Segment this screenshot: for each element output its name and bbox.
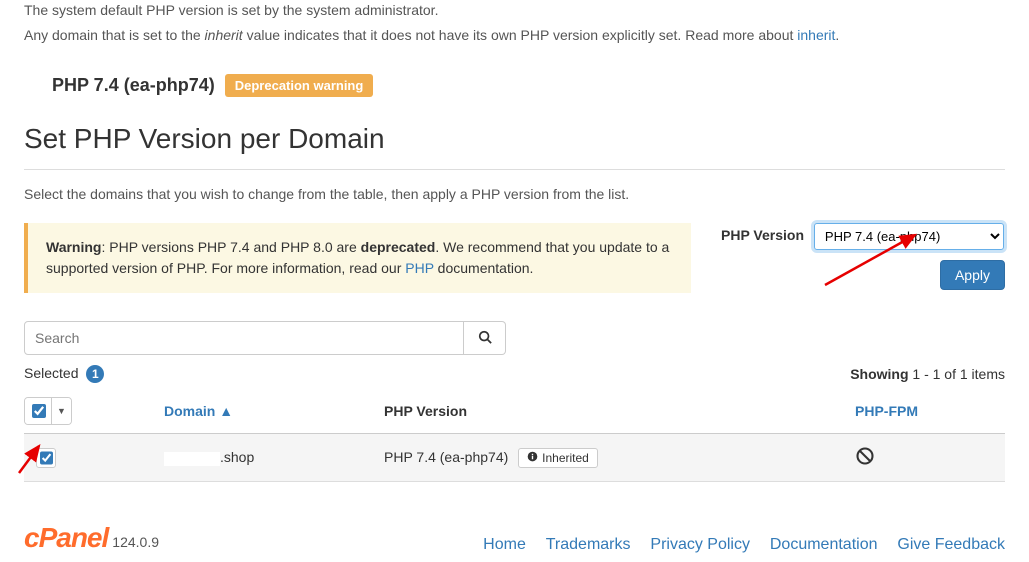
domain-redacted	[164, 452, 220, 466]
php-version-label: PHP Version	[721, 227, 804, 243]
selected-count-badge: 1	[86, 365, 104, 383]
info-icon	[527, 451, 538, 465]
version-cell: PHP 7.4 (ea-php74)	[384, 449, 508, 465]
search-input[interactable]	[24, 321, 464, 355]
apply-button[interactable]: Apply	[940, 260, 1005, 290]
select-all-dropdown[interactable]: ▼	[51, 398, 71, 424]
section-title: Set PHP Version per Domain	[24, 123, 1005, 170]
inherited-badge: Inherited	[518, 448, 598, 468]
select-all-control[interactable]: ▼	[24, 397, 72, 425]
column-header-domain[interactable]: Domain ▲	[164, 403, 233, 419]
table-header-row: ▼ Domain ▲ PHP Version PHP-FPM	[24, 389, 1005, 434]
selected-indicator: Selected 1	[24, 365, 104, 383]
search-button[interactable]	[464, 321, 506, 355]
select-all-checkbox[interactable]	[32, 404, 46, 418]
footer-link-trademarks[interactable]: Trademarks	[546, 536, 631, 553]
deprecation-callout: Warning: PHP versions PHP 7.4 and PHP 8.…	[24, 223, 691, 293]
footer-link-home[interactable]: Home	[483, 536, 526, 553]
showing-range: 1 - 1 of 1 items	[909, 366, 1005, 382]
cpanel-version: 124.0.9	[112, 534, 159, 550]
callout-warning-word: Warning	[46, 239, 101, 255]
intro-line-1: The system default PHP version is set by…	[24, 0, 1005, 21]
intro-text-3: .	[835, 27, 839, 43]
intro-em: inherit	[205, 27, 243, 43]
domain-cell: .shop	[220, 449, 254, 465]
column-header-version: PHP Version	[384, 403, 467, 419]
deprecation-warning-badge: Deprecation warning	[225, 74, 374, 97]
footer-link-feedback[interactable]: Give Feedback	[897, 536, 1005, 553]
footer-links: Home Trademarks Privacy Policy Documenta…	[467, 536, 1005, 554]
section-subtext: Select the domains that you wish to chan…	[24, 184, 1005, 205]
table-row: .shop PHP 7.4 (ea-php74) Inherited	[24, 434, 1005, 482]
selected-label: Selected	[24, 365, 78, 381]
callout-deprecated-word: deprecated	[361, 239, 436, 255]
footer-link-docs[interactable]: Documentation	[770, 536, 878, 553]
callout-text-3: documentation.	[434, 260, 534, 276]
pagination-info: Showing 1 - 1 of 1 items	[850, 366, 1005, 382]
intro-text: Any domain that is set to the	[24, 27, 205, 43]
row-checkbox[interactable]	[40, 451, 53, 465]
cpanel-logo-block: cPanel 124.0.9	[24, 522, 159, 554]
footer-link-privacy[interactable]: Privacy Policy	[650, 536, 750, 553]
php-version-panel: PHP Version PHP 7.4 (ea-php74) Apply	[721, 223, 1005, 290]
php-version-select[interactable]: PHP 7.4 (ea-php74)	[814, 223, 1004, 250]
intro-text-2: value indicates that it does not have it…	[243, 27, 798, 43]
inherited-label: Inherited	[542, 451, 589, 465]
current-php-label: PHP 7.4 (ea-php74)	[52, 75, 215, 96]
inherit-link[interactable]: inherit	[797, 27, 835, 43]
php-doc-link[interactable]: PHP	[405, 260, 434, 276]
current-php-row: PHP 7.4 (ea-php74) Deprecation warning	[52, 74, 1005, 97]
intro-line-2: Any domain that is set to the inherit va…	[24, 25, 1005, 46]
column-header-fpm[interactable]: PHP-FPM	[855, 403, 918, 419]
cpanel-logo: cPanel	[24, 522, 108, 554]
showing-label: Showing	[850, 366, 908, 382]
callout-text-1: : PHP versions PHP 7.4 and PHP 8.0 are	[101, 239, 360, 255]
search-icon	[478, 330, 492, 347]
blocked-icon	[855, 453, 875, 469]
